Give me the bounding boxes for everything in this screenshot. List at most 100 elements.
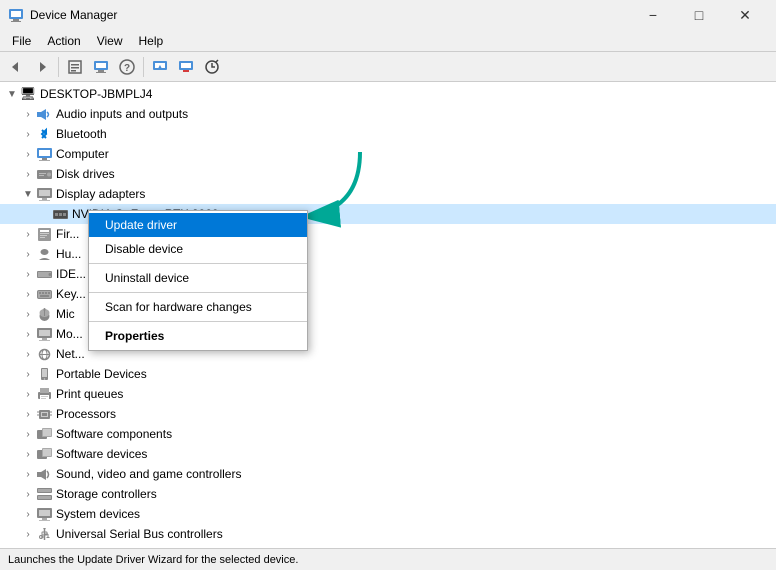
ctx-separator-2 — [89, 292, 307, 293]
help-button[interactable]: ? — [115, 55, 139, 79]
firmware-toggle[interactable]: › — [20, 226, 36, 242]
tree-item-system[interactable]: › System devices — [0, 504, 776, 524]
monitors-icon — [36, 326, 52, 342]
tree-item-bluetooth[interactable]: › Bluetooth — [0, 124, 776, 144]
softwarecomponents-toggle[interactable]: › — [20, 426, 36, 442]
menu-bar: File Action View Help — [0, 30, 776, 52]
ctx-uninstall-device[interactable]: Uninstall device — [89, 266, 307, 290]
tree-item-disk[interactable]: › Disk drives — [0, 164, 776, 184]
portable-toggle[interactable]: › — [20, 366, 36, 382]
storage-icon — [36, 486, 52, 502]
menu-file[interactable]: File — [4, 32, 39, 49]
scan-button[interactable] — [200, 55, 224, 79]
xbox-label: Xbox 360 Peripherals — [56, 547, 171, 548]
keyboards-label: Key... — [56, 287, 86, 301]
sound-toggle[interactable]: › — [20, 466, 36, 482]
computer-toggle[interactable]: › — [20, 146, 36, 162]
display-toggle[interactable]: ▼ — [20, 186, 36, 202]
tree-item-processors[interactable]: › Processors — [0, 404, 776, 424]
mice-icon — [36, 306, 52, 322]
window-controls: − □ ✕ — [630, 0, 768, 30]
usb-icon — [36, 526, 52, 542]
bluetooth-toggle[interactable]: › — [20, 126, 36, 142]
menu-action[interactable]: Action — [39, 32, 88, 49]
tree-item-portable[interactable]: › Portable Devices — [0, 364, 776, 384]
mice-toggle[interactable]: › — [20, 306, 36, 322]
disk-toggle[interactable]: › — [20, 166, 36, 182]
human-label: Hu... — [56, 247, 81, 261]
monitors-label: Mo... — [56, 327, 83, 341]
audio-toggle[interactable]: › — [20, 106, 36, 122]
svg-text:?: ? — [124, 63, 130, 74]
root-item[interactable]: ▼ 🖥 DESKTOP-JBMPLJ4 — [0, 84, 776, 104]
status-text: Launches the Update Driver Wizard for th… — [8, 554, 298, 566]
tree-item-computer[interactable]: › Computer — [0, 144, 776, 164]
menu-help[interactable]: Help — [131, 32, 172, 49]
print-icon — [36, 386, 52, 402]
portable-icon — [36, 366, 52, 382]
maximize-button[interactable]: □ — [676, 0, 722, 30]
firmware-label: Fir... — [56, 227, 79, 241]
system-label: System devices — [56, 507, 140, 521]
properties-button[interactable] — [63, 55, 87, 79]
tree-item-xbox[interactable]: › Xbox 360 Peripherals — [0, 544, 776, 548]
softwaredevices-icon — [36, 446, 52, 462]
network-toggle[interactable]: › — [20, 346, 36, 362]
ctx-scan-hardware[interactable]: Scan for hardware changes — [89, 295, 307, 319]
human-icon — [36, 246, 52, 262]
monitors-toggle[interactable]: › — [20, 326, 36, 342]
storage-toggle[interactable]: › — [20, 486, 36, 502]
audio-label: Audio inputs and outputs — [56, 107, 188, 121]
processors-toggle[interactable]: › — [20, 406, 36, 422]
tree-item-sound[interactable]: › Sound, video and game controllers — [0, 464, 776, 484]
ctx-update-driver[interactable]: Update driver — [89, 213, 307, 237]
device-manager-button[interactable] — [89, 55, 113, 79]
tree-item-print[interactable]: › Print queues — [0, 384, 776, 404]
bluetooth-icon — [36, 126, 52, 142]
ide-toggle[interactable]: › — [20, 266, 36, 282]
xbox-icon — [36, 546, 52, 548]
computer-label: Computer — [56, 147, 109, 161]
processors-label: Processors — [56, 407, 116, 421]
disk-label: Disk drives — [56, 167, 115, 181]
softwarecomponents-icon — [36, 426, 52, 442]
ctx-properties[interactable]: Properties — [89, 324, 307, 348]
remove-device-button[interactable] — [174, 55, 198, 79]
xbox-toggle[interactable]: › — [20, 546, 36, 548]
minimize-button[interactable]: − — [630, 0, 676, 30]
toolbar: ? ▲ — [0, 52, 776, 82]
firmware-icon — [36, 226, 52, 242]
close-button[interactable]: ✕ — [722, 0, 768, 30]
ctx-disable-device[interactable]: Disable device — [89, 237, 307, 261]
storage-label: Storage controllers — [56, 487, 157, 501]
tree-item-audio[interactable]: › Audio inputs and outputs — [0, 104, 776, 124]
keyboards-icon — [36, 286, 52, 302]
softwaredevices-toggle[interactable]: › — [20, 446, 36, 462]
root-icon: 🖥 — [20, 86, 36, 102]
print-toggle[interactable]: › — [20, 386, 36, 402]
display-icon — [36, 186, 52, 202]
tree-item-usb[interactable]: › Universal Serial Bus controllers — [0, 524, 776, 544]
sep2 — [143, 57, 144, 77]
tree-item-display[interactable]: ▼ Display adapters — [0, 184, 776, 204]
keyboards-toggle[interactable]: › — [20, 286, 36, 302]
root-toggle[interactable]: ▼ — [4, 86, 20, 102]
sound-icon — [36, 466, 52, 482]
processors-icon — [36, 406, 52, 422]
softwarecomponents-label: Software components — [56, 427, 172, 441]
forward-button[interactable] — [30, 55, 54, 79]
sound-label: Sound, video and game controllers — [56, 467, 241, 481]
menu-view[interactable]: View — [89, 32, 131, 49]
tree-item-softwarecomponents[interactable]: › Software components — [0, 424, 776, 444]
human-toggle[interactable]: › — [20, 246, 36, 262]
print-label: Print queues — [56, 387, 123, 401]
ctx-separator-3 — [89, 321, 307, 322]
tree-item-softwaredevices[interactable]: › Software devices — [0, 444, 776, 464]
ide-label: IDE... — [56, 267, 86, 281]
system-toggle[interactable]: › — [20, 506, 36, 522]
system-icon — [36, 506, 52, 522]
update-driver-button[interactable]: ▲ — [148, 55, 172, 79]
usb-toggle[interactable]: › — [20, 526, 36, 542]
tree-item-storage[interactable]: › Storage controllers — [0, 484, 776, 504]
back-button[interactable] — [4, 55, 28, 79]
